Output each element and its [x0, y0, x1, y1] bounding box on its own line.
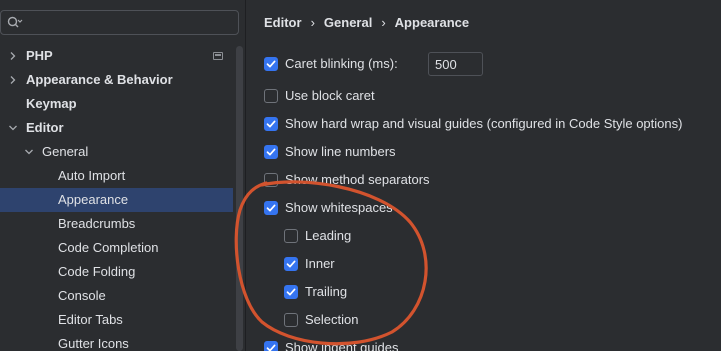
search-input[interactable]	[27, 14, 232, 32]
sidebar-item-php[interactable]: PHP	[0, 44, 233, 68]
trailing-checkbox[interactable]	[284, 285, 298, 299]
sidebar-item-label: Appearance	[58, 192, 129, 207]
sidebar-item-label: Code Folding	[58, 264, 136, 279]
sidebar-scrollbar[interactable]	[236, 46, 243, 351]
project-settings-icon	[213, 52, 223, 60]
checkmark-icon	[286, 260, 296, 268]
sidebar-item-label: Editor Tabs	[58, 312, 123, 327]
line-numbers-label: Show line numbers	[285, 144, 396, 159]
line-numbers-checkbox[interactable]	[264, 145, 278, 159]
checkmark-icon	[266, 60, 276, 68]
checkmark-icon	[286, 288, 296, 296]
show-whitespaces-checkbox[interactable]	[264, 201, 278, 215]
sidebar-item-auto-import[interactable]: Auto Import	[0, 164, 233, 188]
leading-checkbox[interactable]	[284, 229, 298, 243]
leading-label: Leading	[305, 228, 352, 243]
search-box[interactable]	[0, 10, 239, 35]
block-caret-label: Use block caret	[285, 88, 375, 103]
sidebar-item-code-completion[interactable]: Code Completion	[0, 236, 233, 260]
sidebar-item-breadcrumbs[interactable]: Breadcrumbs	[0, 212, 233, 236]
sidebar-item-label: Breadcrumbs	[58, 216, 136, 231]
trailing-label: Trailing	[305, 284, 348, 299]
settings-tree: PHP Appearance & Behavior Keymap Editor Gene…	[0, 44, 233, 351]
breadcrumb-item-appearance: Appearance	[394, 15, 470, 30]
settings-content: Editor › General › Appearance Caret blinking…	[247, 0, 721, 351]
sidebar-item-editor[interactable]: Editor	[0, 116, 233, 140]
chevron-down-icon[interactable]	[8, 123, 18, 133]
block-caret-checkbox[interactable]	[264, 89, 278, 103]
hard-wrap-label: Show hard wrap and visual guides (config…	[285, 116, 683, 131]
caret-blinking-label: Caret blinking (ms):	[285, 56, 398, 71]
indent-guides-checkbox[interactable]	[264, 341, 278, 351]
checkmark-icon	[266, 344, 276, 351]
sidebar-item-label: Console	[58, 288, 106, 303]
sidebar-item-console[interactable]: Console	[0, 284, 233, 308]
settings-sidebar: PHP Appearance & Behavior Keymap Editor Gene…	[0, 0, 246, 351]
settings-dialog: PHP Appearance & Behavior Keymap Editor Gene…	[0, 0, 721, 351]
hard-wrap-checkbox[interactable]	[264, 117, 278, 131]
inner-label: Inner	[305, 256, 335, 271]
method-separators-label: Show method separators	[285, 172, 430, 187]
chevron-right-icon[interactable]	[8, 75, 18, 85]
option-caret-blinking[interactable]: Caret blinking (ms):	[264, 52, 494, 76]
chevron-right-icon[interactable]	[8, 51, 18, 61]
breadcrumb-item-editor[interactable]: Editor	[264, 14, 302, 32]
sidebar-item-appearance[interactable]: Appearance	[0, 188, 233, 212]
caret-blinking-checkbox[interactable]	[264, 57, 278, 71]
sidebar-item-label: Appearance & Behavior	[26, 72, 173, 87]
show-whitespaces-label: Show whitespaces	[285, 200, 393, 215]
caret-blinking-ms-field[interactable]	[428, 52, 483, 76]
sidebar-item-label: General	[42, 144, 89, 159]
sidebar-item-general[interactable]: General	[0, 140, 233, 164]
inner-checkbox[interactable]	[284, 257, 298, 271]
search-icon	[7, 16, 23, 28]
selection-label: Selection	[305, 312, 359, 327]
sidebar-item-label: Gutter Icons	[58, 336, 129, 351]
sidebar-item-code-folding[interactable]: Code Folding	[0, 260, 233, 284]
breadcrumb-separator: ›	[381, 15, 386, 30]
breadcrumb: Editor › General › Appearance	[264, 14, 469, 32]
chevron-down-icon[interactable]	[24, 147, 34, 157]
selection-checkbox[interactable]	[284, 313, 298, 327]
checkmark-icon	[266, 204, 276, 212]
sidebar-item-label: Editor	[26, 120, 64, 135]
sidebar-item-keymap[interactable]: Keymap	[0, 92, 233, 116]
sidebar-item-editor-tabs[interactable]: Editor Tabs	[0, 308, 233, 332]
checkmark-icon	[266, 148, 276, 156]
checkmark-icon	[266, 120, 276, 128]
sidebar-item-label: Auto Import	[58, 168, 126, 183]
sidebar-item-label: Code Completion	[58, 240, 159, 255]
sidebar-item-label: Keymap	[26, 96, 77, 111]
sidebar-item-gutter-icons[interactable]: Gutter Icons	[0, 332, 233, 351]
indent-guides-label: Show indent guides	[285, 340, 399, 351]
sidebar-item-label: PHP	[26, 48, 53, 63]
sidebar-item-appearance-behavior[interactable]: Appearance & Behavior	[0, 68, 233, 92]
breadcrumb-separator: ›	[310, 15, 315, 30]
breadcrumb-item-general[interactable]: General	[324, 14, 372, 32]
method-separators-checkbox[interactable]	[264, 173, 278, 187]
